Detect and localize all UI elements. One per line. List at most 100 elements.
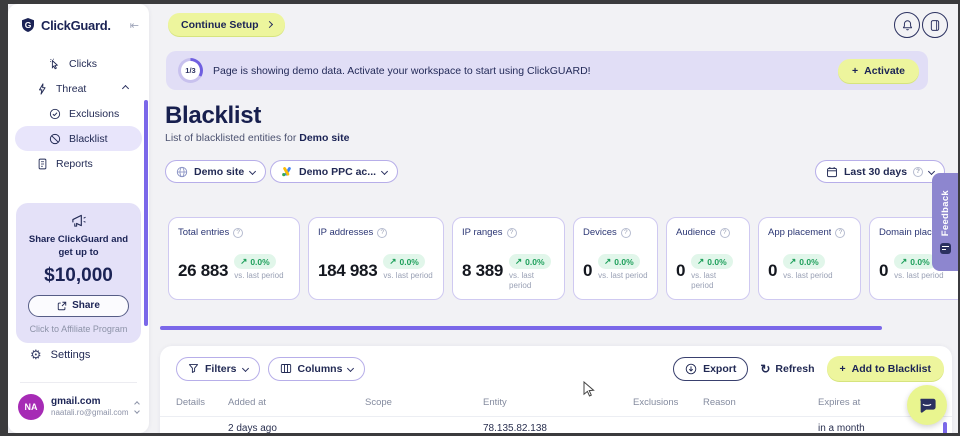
export-label: Export <box>703 363 736 375</box>
refresh-button[interactable]: ↻ Refresh <box>756 362 818 376</box>
col-entity[interactable]: Entity <box>483 397 633 408</box>
stat-label: IP ranges <box>462 227 503 238</box>
trend-badge: ↗0.0% <box>598 254 640 269</box>
help-icon[interactable]: ? <box>720 228 730 238</box>
sidebar-item-clicks[interactable]: Clicks <box>15 51 142 76</box>
chat-bubble-icon <box>917 396 937 415</box>
table-divider <box>160 416 952 417</box>
activate-button[interactable]: + Activate <box>838 59 919 83</box>
user-menu-toggle-icon[interactable] <box>135 402 139 413</box>
trend-up-icon: ↗ <box>789 256 796 267</box>
stat-label: App placement <box>768 227 831 238</box>
user-menu[interactable]: NA gmail.com naatali.ro@gmail.com <box>8 394 149 420</box>
calendar-icon <box>826 166 838 178</box>
site-selector[interactable]: Demo site <box>165 160 266 183</box>
stat-card-devices: Devices? 0 ↗0.0%vs. last period <box>573 217 658 300</box>
columns-icon <box>280 363 292 374</box>
table-vertical-scrollbar[interactable] <box>943 422 947 433</box>
date-range-selector[interactable]: Last 30 days ? <box>815 160 945 183</box>
download-icon <box>685 363 697 375</box>
sidebar-item-label: Reports <box>56 158 93 170</box>
filters-label: Filters <box>205 363 237 375</box>
collapse-sidebar-icon[interactable]: ⇤ <box>130 19 139 32</box>
setup-progress-ring: 1/3 <box>178 58 203 83</box>
stat-card-ip-addresses: IP addresses? 184 983 ↗0.0%vs. last peri… <box>308 217 444 300</box>
stat-value: 26 883 <box>178 261 228 281</box>
ppc-account-selector[interactable]: Demo PPC ac... <box>270 160 398 183</box>
continue-setup-label: Continue Setup <box>181 19 259 31</box>
stat-label: Total entries <box>178 227 229 238</box>
subtitle-site-name: Demo site <box>299 132 349 144</box>
guide-button[interactable] <box>922 12 948 38</box>
stat-value: 0 <box>676 261 685 281</box>
affiliate-promo-card[interactable]: Share ClickGuard and get up to $10,000 S… <box>16 203 141 343</box>
help-icon[interactable]: ? <box>621 228 631 238</box>
sidebar-item-label: Clicks <box>69 58 97 70</box>
sidebar-divider <box>20 382 137 383</box>
trend-badge: ↗0.0% <box>691 254 733 269</box>
table-header-row: Details Added at Scope Entity Exclusions… <box>160 397 952 408</box>
chevron-up-icon[interactable] <box>122 85 129 92</box>
table-controls: Filters Columns Export <box>160 346 952 381</box>
logo: G ClickGuard. ⇤ <box>8 4 149 41</box>
sidebar-item-blacklist[interactable]: Blacklist <box>15 126 142 151</box>
col-scope[interactable]: Scope <box>365 397 483 408</box>
vs-period-label: vs. last period <box>383 271 432 281</box>
site-selector-label: Demo site <box>194 166 244 178</box>
app-background: G ClickGuard. ⇤ Clicks Threat <box>8 4 958 433</box>
setup-progress-value: 1/3 <box>181 61 200 80</box>
feedback-label: Feedback <box>940 190 951 236</box>
stat-value: 0 <box>583 261 592 281</box>
subtitle-prefix: List of blacklisted entities for <box>165 132 296 144</box>
notifications-button[interactable] <box>894 12 920 38</box>
columns-button[interactable]: Columns <box>268 357 366 381</box>
promo-amount: $10,000 <box>22 265 135 287</box>
sidebar-item-label: Exclusions <box>69 108 119 120</box>
col-added-at[interactable]: Added at <box>228 397 365 408</box>
col-reason[interactable]: Reason <box>703 397 818 408</box>
stats-cards-row: Total entries? 26 883 ↗0.0% vs. last peri… <box>168 217 958 300</box>
sidebar-item-label: Blacklist <box>69 133 108 145</box>
help-icon[interactable]: ? <box>507 228 517 238</box>
vs-period-label: vs. last period <box>598 271 647 281</box>
col-details[interactable]: Details <box>176 397 228 408</box>
vs-period-label: vs. last period <box>894 271 943 281</box>
stat-card-ip-ranges: IP ranges? 8 389 ↗0.0%vs. last period <box>452 217 565 300</box>
sidebar-item-threat[interactable]: Threat <box>15 76 142 101</box>
megaphone-icon <box>70 213 87 228</box>
export-button[interactable]: Export <box>673 357 748 381</box>
help-icon[interactable]: ? <box>233 228 243 238</box>
cards-horizontal-scrollbar[interactable] <box>160 326 882 330</box>
sidebar-item-settings[interactable]: ⚙ Settings <box>8 348 149 361</box>
add-to-blacklist-button[interactable]: + Add to Blacklist <box>827 356 945 381</box>
sidebar-item-label: Threat <box>56 83 86 95</box>
sidebar-item-exclusions[interactable]: Exclusions <box>15 101 142 126</box>
share-button[interactable]: Share <box>28 295 129 317</box>
trend-up-icon: ↗ <box>389 256 396 267</box>
logo-text: ClickGuard. <box>41 18 111 33</box>
col-exclusions[interactable]: Exclusions <box>633 397 703 408</box>
shield-logo-icon: G <box>20 17 36 33</box>
demo-data-banner: 1/3 Page is showing demo data. Activate … <box>166 51 928 90</box>
feedback-tab[interactable]: Feedback <box>932 173 958 271</box>
stat-card-total-entries: Total entries? 26 883 ↗0.0%vs. last peri… <box>168 217 300 300</box>
plus-icon: + <box>840 363 846 375</box>
sidebar-scrollbar[interactable] <box>144 100 148 326</box>
chat-launcher-button[interactable] <box>907 385 947 425</box>
check-circle-icon <box>49 108 61 120</box>
avatar: NA <box>18 394 44 420</box>
table-row[interactable]: 2 days ago 78.135.82.138 in a month <box>160 423 952 433</box>
trend-up-icon: ↗ <box>515 256 522 267</box>
filters-button[interactable]: Filters <box>176 357 260 381</box>
continue-setup-button[interactable]: Continue Setup <box>168 13 285 36</box>
app-window: G ClickGuard. ⇤ Clicks Threat <box>0 0 960 436</box>
stat-label: Audience <box>676 227 716 238</box>
sidebar-item-reports[interactable]: Reports <box>15 151 142 176</box>
help-icon[interactable]: ? <box>377 228 387 238</box>
cell-added-at: 2 days ago <box>228 423 365 433</box>
columns-label: Columns <box>298 363 343 375</box>
funnel-icon <box>188 363 199 374</box>
chevron-down-icon <box>347 365 354 372</box>
help-icon[interactable]: ? <box>835 228 845 238</box>
vs-period-label: vs. last period <box>234 271 283 281</box>
